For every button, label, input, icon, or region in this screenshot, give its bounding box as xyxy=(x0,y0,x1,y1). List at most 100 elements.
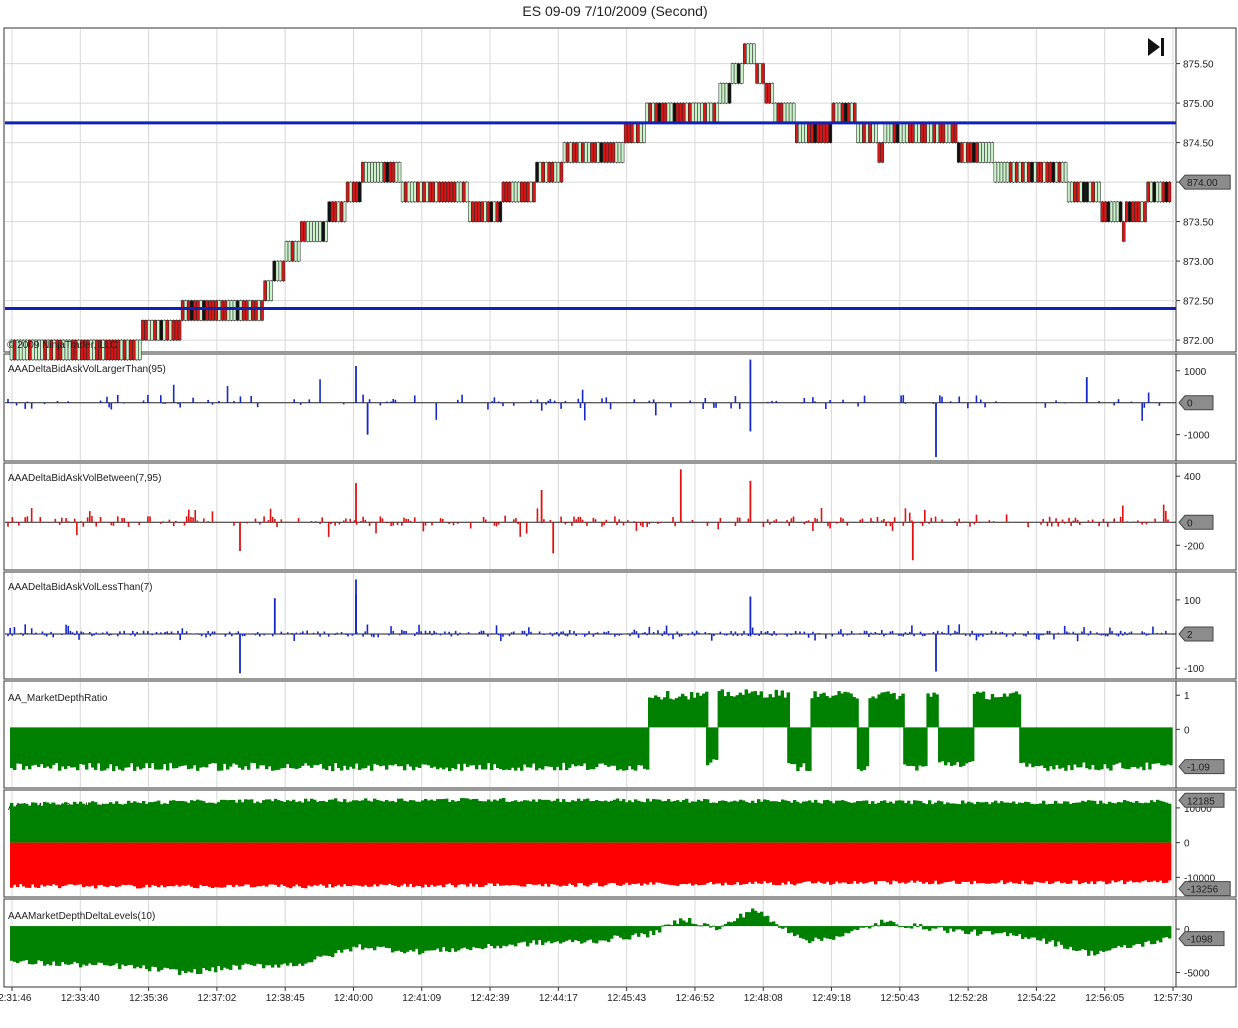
depth-ask-bar xyxy=(937,842,941,885)
delta-level-bar xyxy=(160,926,164,970)
delta-level-bar xyxy=(238,926,242,970)
delta-level-bar xyxy=(649,926,653,931)
depth-bid-bar xyxy=(706,799,710,843)
delta-level-bar xyxy=(556,926,560,942)
chart-canvas[interactable]: AAADeltaBidAskVolLargerThan(95)AAADeltaB… xyxy=(0,0,1238,1028)
depth-ask-bar xyxy=(742,842,746,885)
delta-level-bar xyxy=(445,926,449,952)
price-bar xyxy=(917,122,921,143)
delta-level-bar xyxy=(457,926,461,951)
depth-ask-bar xyxy=(1153,842,1157,881)
depth-bid-bar xyxy=(949,803,953,843)
delta-level-bar xyxy=(622,926,626,940)
depth-ask-bar xyxy=(1123,842,1127,885)
depth-ask-bar xyxy=(832,842,836,884)
depth-ask-bar xyxy=(754,842,758,882)
price-bar xyxy=(568,142,573,163)
price-bar xyxy=(678,102,683,124)
delta-level-bar xyxy=(343,926,347,950)
depth-bid-bar xyxy=(208,802,212,843)
depth-bid-bar xyxy=(142,800,146,843)
price-bar xyxy=(703,102,707,124)
ratio-bar xyxy=(487,727,491,764)
ratio-bar xyxy=(322,727,326,769)
delta-level-bar xyxy=(154,926,158,968)
depth-bid-bar xyxy=(724,800,728,843)
delta-level-bar xyxy=(589,926,593,940)
ratio-bar xyxy=(193,727,197,766)
depth-bid-bar xyxy=(586,798,590,843)
price-bar xyxy=(810,122,814,143)
depth-bid-bar xyxy=(1120,802,1124,843)
delta-level-bar xyxy=(1123,926,1127,946)
y-tick-label: -100 xyxy=(1184,664,1204,675)
delta-level-bar xyxy=(322,926,326,956)
delta-level-bar xyxy=(82,926,86,965)
depth-ask-bar xyxy=(484,842,488,886)
ratio-bar xyxy=(241,727,245,770)
y-tick-label: 875.50 xyxy=(1183,60,1214,71)
depth-ask-bar xyxy=(277,842,281,887)
depth-bid-bar xyxy=(592,801,596,843)
price-bar xyxy=(669,102,674,124)
ratio-bar xyxy=(82,727,86,765)
delta-level-bar xyxy=(553,926,557,943)
delta-level-bar xyxy=(751,908,755,927)
depth-bid-bar xyxy=(790,802,794,843)
price-bar xyxy=(238,300,243,321)
depth-bid-bar xyxy=(880,800,884,843)
price-bar xyxy=(1103,201,1108,222)
play-to-end-icon[interactable] xyxy=(1148,38,1164,56)
price-bar xyxy=(1106,201,1111,222)
depth-bid-bar xyxy=(901,800,905,843)
price-bar xyxy=(446,181,451,203)
ratio-bar xyxy=(1049,727,1053,767)
depth-bid-bar xyxy=(250,799,254,843)
delta-level-bar xyxy=(808,926,812,943)
ratio-bar xyxy=(663,697,667,728)
delta-level-bar xyxy=(766,915,770,927)
depth-bid-bar xyxy=(295,802,299,843)
depth-bid-bar xyxy=(112,803,116,843)
depth-bid-bar xyxy=(685,798,689,843)
delta-level-bar xyxy=(757,912,761,927)
price-bar xyxy=(657,102,661,124)
y-tick-label: 875.00 xyxy=(1183,99,1214,110)
ratio-bar xyxy=(619,727,623,770)
depth-ask-bar xyxy=(97,842,101,886)
ratio-bar xyxy=(915,727,919,771)
depth-bid-bar xyxy=(640,801,644,843)
price-bar xyxy=(486,201,490,222)
ratio-bar xyxy=(508,727,512,771)
delta-level-bar xyxy=(418,926,422,955)
depth-bid-bar xyxy=(1159,800,1163,843)
delta-level-bar xyxy=(466,926,470,950)
depth-bid-bar xyxy=(958,804,962,843)
depth-bid-bar xyxy=(19,803,23,843)
depth-bid-bar xyxy=(922,803,926,843)
price-bar xyxy=(327,201,332,222)
ratio-bar xyxy=(532,727,536,764)
ratio-bar xyxy=(460,727,464,771)
ratio-bar xyxy=(1103,727,1107,765)
ratio-bar xyxy=(1154,727,1158,764)
ratio-bar xyxy=(88,727,92,764)
price-bar xyxy=(416,181,420,203)
depth-bid-bar xyxy=(823,800,827,843)
x-tick-label: 12:38:45 xyxy=(266,993,305,1004)
depth-bid-bar xyxy=(109,802,113,843)
delta-level-bar xyxy=(532,926,536,941)
ratio-bar xyxy=(702,693,706,728)
depth-ask-bar xyxy=(835,842,839,882)
depth-ask-bar xyxy=(916,842,920,881)
delta-level-bar xyxy=(346,926,350,950)
delta-level-bar xyxy=(232,926,236,965)
price-bar xyxy=(798,122,802,143)
depth-bid-bar xyxy=(307,801,311,843)
delta-level-bar xyxy=(31,926,35,965)
depth-ask-bar xyxy=(217,842,221,888)
delta-level-bar xyxy=(694,924,698,927)
price-bar xyxy=(199,300,203,321)
delta-level-bar xyxy=(1096,926,1100,955)
delta-level-bar xyxy=(16,926,20,963)
